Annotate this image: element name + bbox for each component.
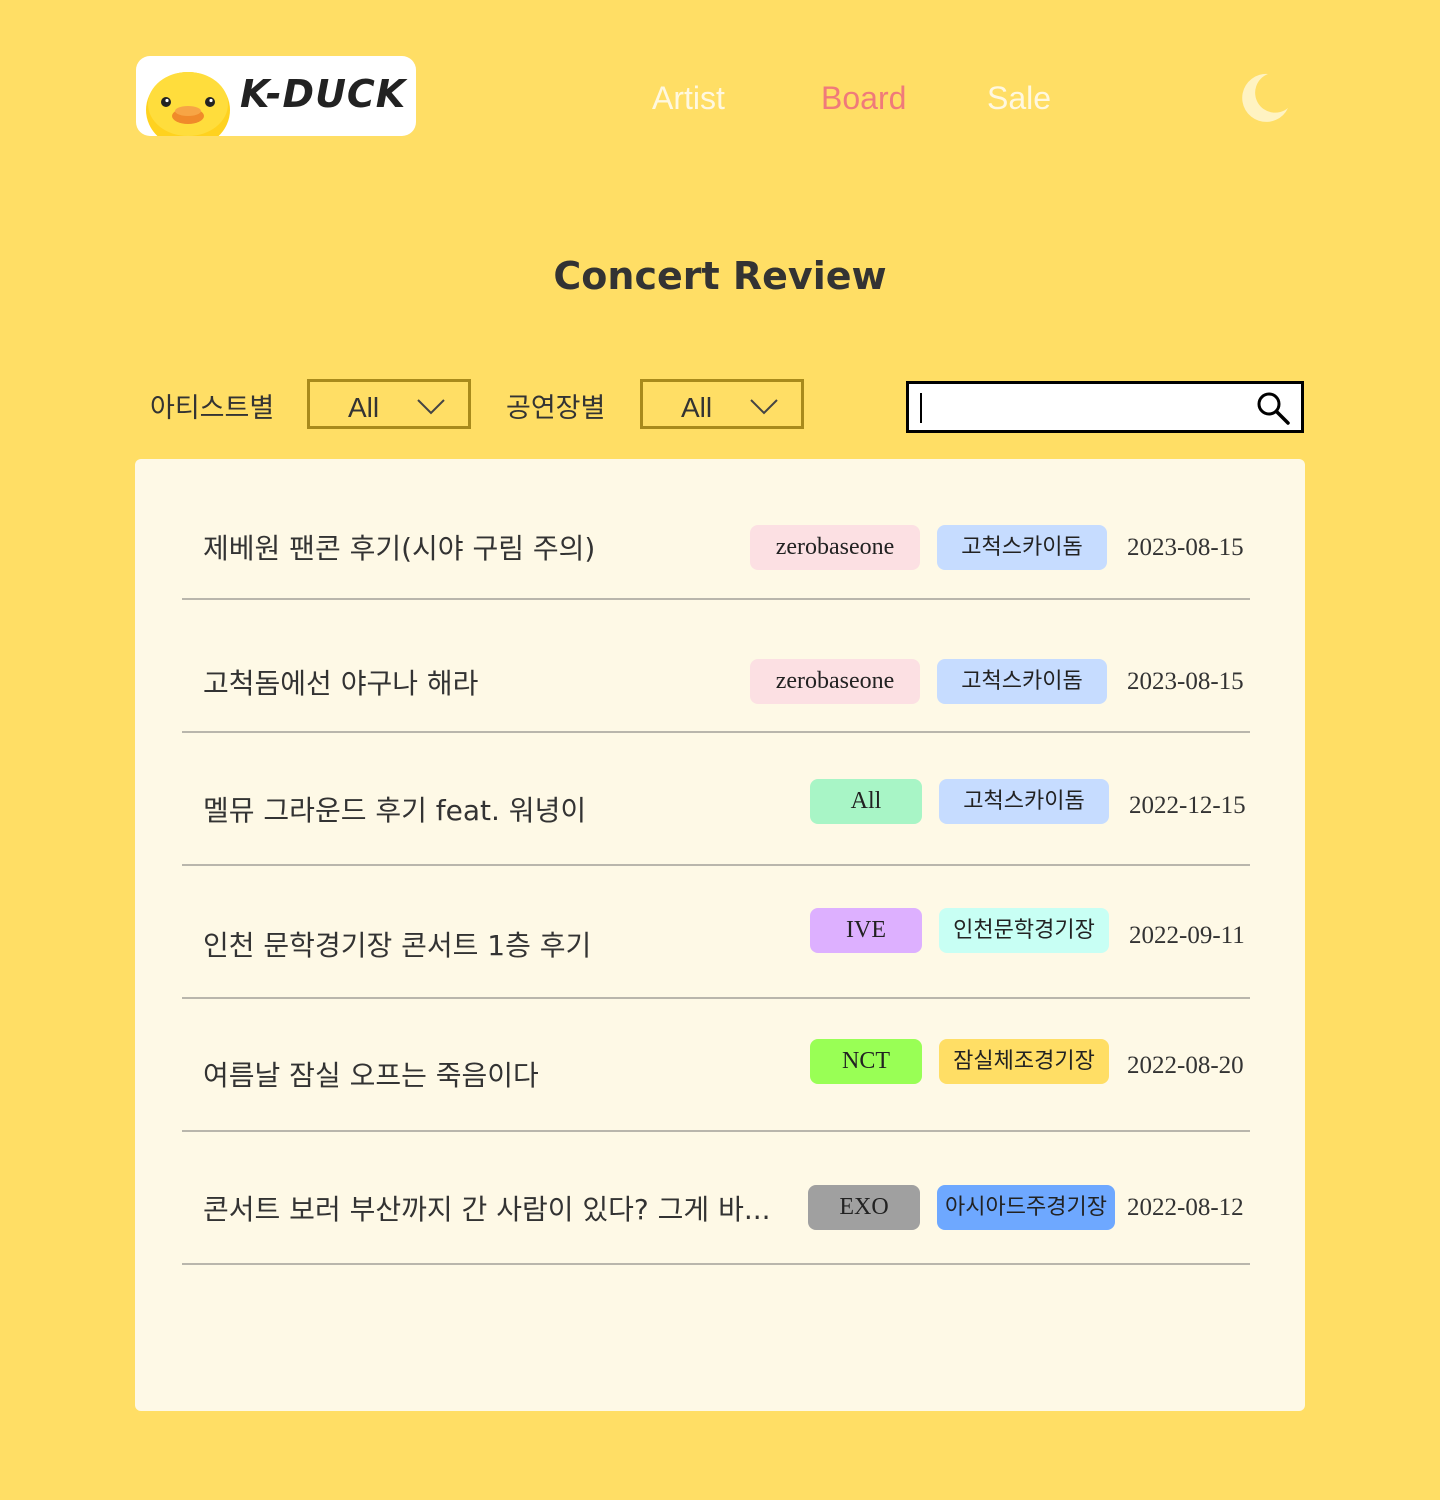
review-row[interactable]: 고척돔에선 야구나 해라 zerobaseone 고척스카이돔 2023-08-… (182, 598, 1250, 733)
artist-filter-label: 아티스트별 (150, 393, 275, 424)
venue-tag[interactable]: 고척스카이돔 (939, 779, 1109, 824)
review-title[interactable]: 제베원 팬콘 후기(시야 구림 주의) (203, 527, 595, 567)
venue-tag[interactable]: 고척스카이돔 (937, 659, 1107, 704)
chevron-down-icon (750, 399, 778, 415)
nav-sale[interactable]: Sale (987, 78, 1051, 118)
review-date: 2023-08-15 (1127, 534, 1244, 561)
logo-text: K-DUCK (240, 72, 407, 116)
review-row[interactable]: 콘서트 보러 부산까지 간 사람이 있다? 그게 바... EXO 아시아드주경… (182, 1130, 1250, 1265)
review-row[interactable]: 인천 문학경기장 콘서트 1층 후기 IVE 인천문학경기장 2022-09-1… (182, 864, 1250, 999)
review-row[interactable]: 멜뮤 그라운드 후기 feat. 워녕이 All 고척스카이돔 2022-12-… (182, 731, 1250, 866)
review-date: 2022-08-12 (1127, 1194, 1244, 1221)
review-title[interactable]: 고척돔에선 야구나 해라 (203, 662, 478, 702)
nav-board[interactable]: Board (821, 78, 906, 118)
duck-logo-icon (146, 72, 230, 136)
review-row[interactable]: 여름날 잠실 오프는 죽음이다 NCT 잠실체조경기장 2022-08-20 (182, 997, 1250, 1132)
logo[interactable]: K-DUCK (136, 56, 416, 136)
venue-filter-value: All (681, 392, 713, 423)
artist-filter-value: All (348, 392, 380, 423)
review-date: 2022-08-20 (1127, 1052, 1244, 1079)
moon-icon[interactable] (1234, 68, 1294, 128)
nav-artist[interactable]: Artist (652, 78, 725, 118)
review-row[interactable]: 제베원 팬콘 후기(시야 구림 주의) zerobaseone 고척스카이돔 2… (182, 465, 1250, 600)
review-date: 2022-09-11 (1129, 922, 1245, 949)
review-title[interactable]: 여름날 잠실 오프는 죽음이다 (203, 1054, 539, 1094)
venue-tag[interactable]: 고척스카이돔 (937, 525, 1107, 570)
artist-filter-select[interactable]: All (307, 379, 471, 429)
page-title: Concert Review (553, 254, 887, 298)
artist-tag[interactable]: zerobaseone (750, 525, 920, 570)
venue-tag[interactable]: 인천문학경기장 (939, 908, 1109, 953)
review-title[interactable]: 인천 문학경기장 콘서트 1층 후기 (203, 924, 591, 964)
review-date: 2023-08-15 (1127, 668, 1244, 695)
venue-tag[interactable]: 잠실체조경기장 (939, 1039, 1109, 1084)
venue-filter-label: 공연장별 (506, 393, 606, 424)
venue-tag[interactable]: 아시아드주경기장 (937, 1185, 1115, 1230)
review-date: 2022-12-15 (1129, 792, 1246, 819)
artist-tag[interactable]: EXO (808, 1185, 920, 1230)
chevron-down-icon (417, 399, 445, 415)
venue-filter-select[interactable]: All (640, 379, 804, 429)
artist-tag[interactable]: zerobaseone (750, 659, 920, 704)
search-icon[interactable] (1255, 390, 1291, 426)
artist-tag[interactable]: IVE (810, 908, 922, 953)
search-input[interactable] (917, 388, 1251, 428)
text-cursor (920, 393, 922, 423)
artist-tag[interactable]: NCT (810, 1039, 922, 1084)
review-title[interactable]: 콘서트 보러 부산까지 간 사람이 있다? 그게 바... (203, 1188, 771, 1228)
review-title[interactable]: 멜뮤 그라운드 후기 feat. 워녕이 (203, 789, 586, 829)
artist-tag[interactable]: All (810, 779, 922, 824)
search-box (906, 381, 1304, 433)
review-board: 제베원 팬콘 후기(시야 구림 주의) zerobaseone 고척스카이돔 2… (135, 459, 1305, 1411)
